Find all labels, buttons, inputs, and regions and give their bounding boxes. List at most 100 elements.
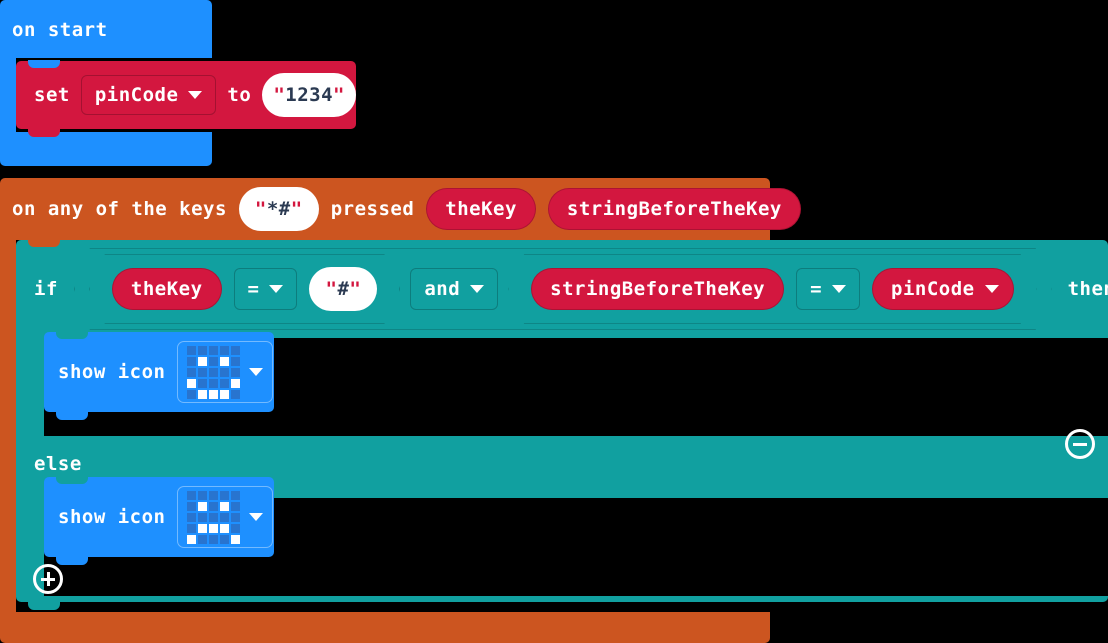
else-label: else [34,453,82,475]
quote-close: " [333,83,345,106]
led-pixel [187,345,197,355]
led-pixel [198,378,208,388]
led-pixel [231,490,241,500]
led-pixel [209,389,219,399]
led-pixel [220,501,230,511]
comparator-dropdown-equals-2[interactable]: = [796,268,860,310]
variable-thekey[interactable]: theKey [112,268,222,310]
string-input-keys[interactable]: " *# " [238,187,319,231]
led-pixel [187,389,197,399]
chevron-down-icon [188,91,203,99]
string-input-pincode-value[interactable]: " 1234 " [262,73,356,117]
led-pixel [220,345,230,355]
param-stringbeforethekey[interactable]: stringBeforeTheKey [547,188,801,230]
comparison-stringbeforethekey[interactable]: stringBeforeTheKey = pinCode [508,254,1036,324]
led-pixel [209,512,219,522]
variable-stringbeforethekey[interactable]: stringBeforeTheKey [531,268,784,310]
led-pixel [187,512,197,522]
to-label: to [227,83,252,106]
led-pixel [209,367,219,377]
notch-bottom [56,411,88,420]
led-pixel [198,523,208,533]
led-pixel [209,356,219,366]
led-pixel [209,534,219,544]
block-show-icon-happy[interactable]: show icon [44,331,274,420]
led-pixel [231,534,241,544]
led-pixel [198,367,208,377]
led-pixel [198,501,208,511]
set-label: set [34,83,70,106]
led-pixel [187,523,197,533]
led-pixel [187,356,197,366]
led-pixel [231,512,241,522]
variable-dropdown-pincode[interactable]: pinCode [80,75,217,115]
string-input-hash[interactable]: " # " [309,267,377,311]
led-pixel [209,378,219,388]
boolean-and-expression[interactable]: theKey = " # " and stringBeforeTheKey = … [74,248,1052,330]
logic-operator-dropdown-and[interactable]: and [410,268,498,310]
led-pixel [231,389,241,399]
chevron-down-icon [249,513,264,521]
block-set-variable[interactable]: set pinCode to " 1234 " [16,60,356,137]
chevron-down-icon [269,285,283,293]
chevron-down-icon [249,368,264,376]
led-pixel [220,356,230,366]
on-start-label: on start [12,19,108,41]
led-pixel [231,367,241,377]
variable-dropdown-pincode-ref[interactable]: pinCode [872,268,1014,310]
notch-bottom [56,556,88,565]
if-label: if [34,277,58,300]
then-label: then [1067,277,1108,300]
led-pixel [187,534,197,544]
chevron-down-icon [832,285,846,293]
quote-open: " [325,277,338,300]
led-pixel [187,501,197,511]
led-pixel [231,501,241,511]
on-keys-prefix-label: on any of the keys [12,197,227,220]
keys-value: *# [266,197,291,220]
logic-operator-label: and [424,277,461,300]
show-icon-label: show icon [58,360,166,383]
variable-name-label: pinCode [891,277,975,300]
led-pixel [187,378,197,388]
led-pixel [231,345,241,355]
notch-bottom [28,601,60,610]
icon-picker-happy[interactable] [177,341,274,403]
quote-open: " [254,197,267,220]
led-pixel [220,367,230,377]
led-pixel [231,523,241,533]
led-pixel [187,490,197,500]
led-pixel [198,512,208,522]
led-pixel [198,534,208,544]
led-pixel [209,523,219,533]
led-matrix-sad [187,490,241,544]
led-pixel [198,389,208,399]
quote-close: " [349,277,362,300]
quote-close: " [290,197,303,220]
led-pixel [220,523,230,533]
led-pixel [231,378,241,388]
led-pixel [220,490,230,500]
plus-bar-v [46,572,50,586]
if-condition-row: if theKey = " # " and stringBeforeTheKey… [16,240,1108,338]
param-thekey[interactable]: theKey [426,188,536,230]
led-pixel [220,534,230,544]
led-pixel [209,490,219,500]
block-show-icon-sad[interactable]: show icon [44,476,274,565]
led-pixel [198,356,208,366]
led-pixel [231,356,241,366]
led-pixel [209,345,219,355]
chevron-down-icon [985,285,999,293]
comparison-thekey[interactable]: theKey = " # " [89,254,400,324]
comparator-dropdown-equals-1[interactable]: = [234,268,298,310]
comparator-label: = [810,277,823,300]
comparator-label: = [247,277,260,300]
minus-icon[interactable] [1065,429,1095,459]
plus-icon[interactable] [33,564,63,594]
led-pixel [220,389,230,399]
blocks-workspace[interactable]: on start set pinCode to " 1234 " on any of… [0,0,1108,643]
string-value: # [337,277,350,300]
string-value: 1234 [285,83,334,106]
icon-picker-sad[interactable] [177,486,274,548]
show-icon-label: show icon [58,505,166,528]
